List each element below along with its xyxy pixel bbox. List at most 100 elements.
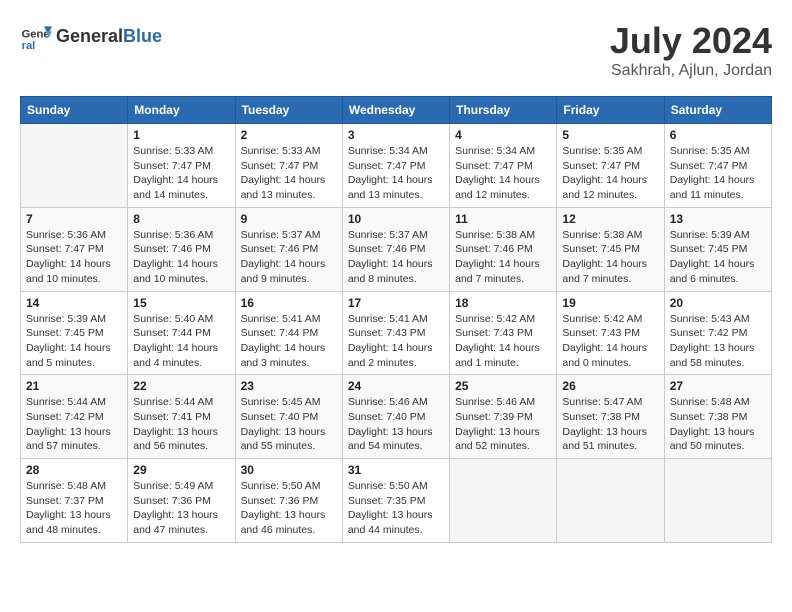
logo: Gene ral GeneralBlue [20,20,162,52]
calendar-cell: 16 Sunrise: 5:41 AM Sunset: 7:44 PM Dayli… [235,291,342,375]
calendar-cell: 29 Sunrise: 5:49 AM Sunset: 7:36 PM Dayli… [128,459,235,543]
day-number: 25 [455,379,551,393]
day-number: 30 [241,463,337,477]
calendar-cell: 30Sunrise: 5:50 AM Sunset: 7:36 PM Dayli… [235,459,342,543]
calendar-cell: 17 Sunrise: 5:41 AM Sunset: 7:43 PM Dayli… [342,291,449,375]
calendar-cell [21,124,128,208]
day-info: Sunrise: 5:46 AM Sunset: 7:40 PM Dayligh… [348,395,444,454]
calendar-cell: 31Sunrise: 5:50 AM Sunset: 7:35 PM Dayli… [342,459,449,543]
day-info: Sunrise: 5:38 AM Sunset: 7:45 PM Dayligh… [562,228,658,287]
calendar-cell: 14 Sunrise: 5:39 AM Sunset: 7:45 PM Dayli… [21,291,128,375]
calendar-cell: 20 Sunrise: 5:43 AM Sunset: 7:42 PM Dayli… [664,291,771,375]
day-info: Sunrise: 5:44 AM Sunset: 7:41 PM Dayligh… [133,395,229,454]
calendar-cell: 9 Sunrise: 5:37 AM Sunset: 7:46 PM Daylig… [235,207,342,291]
day-info: Sunrise: 5:41 AM Sunset: 7:43 PM Dayligh… [348,312,444,371]
day-number: 31 [348,463,444,477]
day-info: Sunrise: 5:41 AM Sunset: 7:44 PM Dayligh… [241,312,337,371]
day-info: Sunrise: 5:46 AM Sunset: 7:39 PM Dayligh… [455,395,551,454]
calendar-cell: 4Sunrise: 5:34 AM Sunset: 7:47 PM Daylig… [450,124,557,208]
logo-icon: Gene ral [20,20,52,52]
day-number: 1 [133,128,229,142]
day-number: 27 [670,379,766,393]
weekday-header-tuesday: Tuesday [235,97,342,124]
day-number: 10 [348,212,444,226]
calendar-cell: 18Sunrise: 5:42 AM Sunset: 7:43 PM Dayli… [450,291,557,375]
calendar-week-1: 1 Sunrise: 5:33 AM Sunset: 7:47 PM Daylig… [21,124,772,208]
day-info: Sunrise: 5:47 AM Sunset: 7:38 PM Dayligh… [562,395,658,454]
calendar-week-4: 21 Sunrise: 5:44 AM Sunset: 7:42 PM Dayli… [21,375,772,459]
calendar-cell: 3 Sunrise: 5:34 AM Sunset: 7:47 PM Daylig… [342,124,449,208]
day-info: Sunrise: 5:45 AM Sunset: 7:40 PM Dayligh… [241,395,337,454]
weekday-header-sunday: Sunday [21,97,128,124]
weekday-header-thursday: Thursday [450,97,557,124]
logo-general-text: General [56,26,123,47]
day-number: 12 [562,212,658,226]
day-number: 19 [562,296,658,310]
weekday-header-row: SundayMondayTuesdayWednesdayThursdayFrid… [21,97,772,124]
day-info: Sunrise: 5:48 AM Sunset: 7:37 PM Dayligh… [26,479,122,538]
calendar-week-2: 7 Sunrise: 5:36 AM Sunset: 7:47 PM Daylig… [21,207,772,291]
day-info: Sunrise: 5:36 AM Sunset: 7:47 PM Dayligh… [26,228,122,287]
calendar-cell: 26 Sunrise: 5:47 AM Sunset: 7:38 PM Dayli… [557,375,664,459]
day-number: 3 [348,128,444,142]
weekday-header-saturday: Saturday [664,97,771,124]
day-number: 13 [670,212,766,226]
calendar-cell: 21 Sunrise: 5:44 AM Sunset: 7:42 PM Dayli… [21,375,128,459]
day-info: Sunrise: 5:49 AM Sunset: 7:36 PM Dayligh… [133,479,229,538]
day-info: Sunrise: 5:34 AM Sunset: 7:47 PM Dayligh… [455,144,551,203]
month-title: July 2024 [610,20,772,62]
day-number: 11 [455,212,551,226]
svg-text:Gene: Gene [22,29,50,41]
calendar-cell: 28 Sunrise: 5:48 AM Sunset: 7:37 PM Dayli… [21,459,128,543]
day-number: 15 [133,296,229,310]
day-info: Sunrise: 5:39 AM Sunset: 7:45 PM Dayligh… [26,312,122,371]
day-info: Sunrise: 5:42 AM Sunset: 7:43 PM Dayligh… [562,312,658,371]
day-number: 9 [241,212,337,226]
day-number: 7 [26,212,122,226]
day-number: 22 [133,379,229,393]
day-info: Sunrise: 5:33 AM Sunset: 7:47 PM Dayligh… [241,144,337,203]
day-info: Sunrise: 5:35 AM Sunset: 7:47 PM Dayligh… [562,144,658,203]
page-header: Gene ral GeneralBlue July 2024 Sakhrah, … [20,20,772,80]
svg-text:ral: ral [22,40,36,52]
calendar-cell [664,459,771,543]
calendar-week-5: 28 Sunrise: 5:48 AM Sunset: 7:37 PM Dayli… [21,459,772,543]
day-number: 18 [455,296,551,310]
day-number: 17 [348,296,444,310]
calendar-cell: 7 Sunrise: 5:36 AM Sunset: 7:47 PM Daylig… [21,207,128,291]
calendar-cell: 10 Sunrise: 5:37 AM Sunset: 7:46 PM Dayli… [342,207,449,291]
day-number: 26 [562,379,658,393]
day-number: 16 [241,296,337,310]
calendar-table: SundayMondayTuesdayWednesdayThursdayFrid… [20,96,772,543]
calendar-cell: 27Sunrise: 5:48 AM Sunset: 7:38 PM Dayli… [664,375,771,459]
weekday-header-wednesday: Wednesday [342,97,449,124]
calendar-cell: 6 Sunrise: 5:35 AM Sunset: 7:47 PM Daylig… [664,124,771,208]
day-number: 8 [133,212,229,226]
weekday-header-monday: Monday [128,97,235,124]
day-number: 20 [670,296,766,310]
calendar-cell: 24Sunrise: 5:46 AM Sunset: 7:40 PM Dayli… [342,375,449,459]
day-info: Sunrise: 5:39 AM Sunset: 7:45 PM Dayligh… [670,228,766,287]
day-info: Sunrise: 5:34 AM Sunset: 7:47 PM Dayligh… [348,144,444,203]
day-number: 21 [26,379,122,393]
day-number: 5 [562,128,658,142]
day-info: Sunrise: 5:35 AM Sunset: 7:47 PM Dayligh… [670,144,766,203]
location-title: Sakhrah, Ajlun, Jordan [610,62,772,80]
day-info: Sunrise: 5:44 AM Sunset: 7:42 PM Dayligh… [26,395,122,454]
day-number: 2 [241,128,337,142]
day-number: 6 [670,128,766,142]
title-block: July 2024 Sakhrah, Ajlun, Jordan [610,20,772,80]
calendar-cell: 1 Sunrise: 5:33 AM Sunset: 7:47 PM Daylig… [128,124,235,208]
calendar-cell: 15Sunrise: 5:40 AM Sunset: 7:44 PM Dayli… [128,291,235,375]
day-info: Sunrise: 5:33 AM Sunset: 7:47 PM Dayligh… [133,144,229,203]
day-info: Sunrise: 5:37 AM Sunset: 7:46 PM Dayligh… [241,228,337,287]
calendar-week-3: 14 Sunrise: 5:39 AM Sunset: 7:45 PM Dayli… [21,291,772,375]
day-info: Sunrise: 5:37 AM Sunset: 7:46 PM Dayligh… [348,228,444,287]
day-number: 29 [133,463,229,477]
calendar-cell: 2 Sunrise: 5:33 AM Sunset: 7:47 PM Daylig… [235,124,342,208]
day-info: Sunrise: 5:43 AM Sunset: 7:42 PM Dayligh… [670,312,766,371]
calendar-cell: 5 Sunrise: 5:35 AM Sunset: 7:47 PM Daylig… [557,124,664,208]
calendar-cell: 25 Sunrise: 5:46 AM Sunset: 7:39 PM Dayli… [450,375,557,459]
day-number: 14 [26,296,122,310]
day-number: 28 [26,463,122,477]
